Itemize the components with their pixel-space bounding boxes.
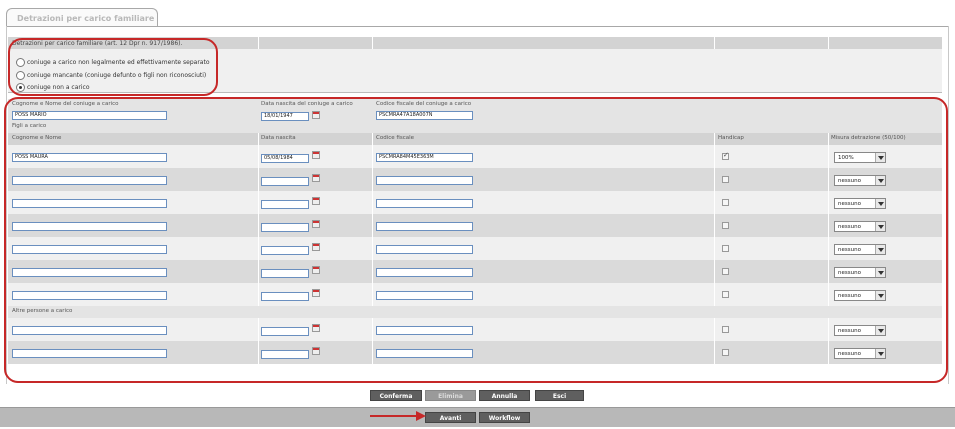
column-separator bbox=[372, 37, 373, 49]
column-separator bbox=[258, 37, 259, 49]
column-separator bbox=[828, 37, 829, 49]
highlight-arrow-head bbox=[416, 411, 426, 421]
tab-divider bbox=[6, 26, 949, 27]
highlight-oval-dependents bbox=[4, 97, 948, 383]
workflow-button[interactable]: Workflow bbox=[479, 412, 530, 423]
tab-detrazioni[interactable]: Detrazioni per carico familiare bbox=[6, 8, 158, 27]
action-bar: Conferma Elimina Annulla Esci bbox=[0, 386, 955, 406]
panel-border-right bbox=[948, 26, 949, 384]
annulla-button[interactable]: Annulla bbox=[479, 390, 530, 401]
elimina-button[interactable]: Elimina bbox=[425, 390, 476, 401]
column-separator bbox=[714, 37, 715, 49]
esci-button[interactable]: Esci bbox=[535, 390, 584, 401]
tab-label: Detrazioni per carico familiare bbox=[17, 14, 155, 23]
highlight-arrow bbox=[370, 415, 418, 417]
form-window: Detrazioni per carico familiare Detrazio… bbox=[0, 0, 955, 429]
conferma-button[interactable]: Conferma bbox=[370, 390, 422, 401]
avanti-button[interactable]: Avanti bbox=[425, 412, 476, 423]
highlight-oval-spouse bbox=[8, 38, 218, 96]
navigation-bar: Avanti Workflow bbox=[0, 407, 955, 427]
